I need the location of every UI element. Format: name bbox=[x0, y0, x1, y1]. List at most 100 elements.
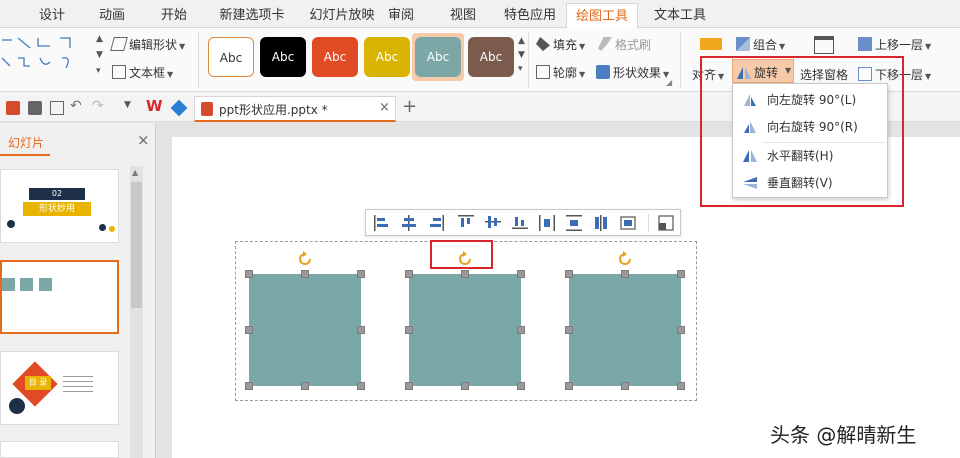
rotate-handle-icon[interactable] bbox=[296, 250, 314, 268]
fit-slide-icon[interactable] bbox=[620, 215, 636, 231]
gallery-scroll-up[interactable]: ▲ bbox=[96, 34, 103, 44]
align-middle-icon[interactable] bbox=[485, 215, 501, 229]
outline-button[interactable]: 轮廓 ▼ bbox=[536, 64, 585, 81]
chevron-down-icon: ▼ bbox=[167, 70, 174, 79]
shape-style-preset-1[interactable]: Abc bbox=[208, 37, 254, 77]
resize-handle[interactable] bbox=[245, 326, 253, 334]
shape-style-preset-2[interactable]: Abc bbox=[260, 37, 306, 77]
resize-handle[interactable] bbox=[461, 270, 469, 278]
tab-text-tools[interactable]: 文本工具 bbox=[644, 3, 716, 28]
redo-icon[interactable]: ↷ bbox=[92, 98, 104, 114]
resize-handle[interactable] bbox=[565, 382, 573, 390]
slide-thumbnail-1[interactable]: 02 形状妙用 bbox=[0, 169, 119, 243]
undo-icon[interactable]: ↶ bbox=[70, 98, 82, 114]
resize-handle[interactable] bbox=[517, 270, 525, 278]
tab-design[interactable]: 设计 bbox=[30, 3, 74, 28]
distribute-horizontal-icon[interactable] bbox=[539, 215, 555, 231]
style-scroll-down[interactable]: ▼ bbox=[518, 50, 525, 60]
fill-button[interactable]: 填充 ▼ bbox=[536, 36, 585, 53]
format-painter-button[interactable]: 格式刷 bbox=[598, 36, 651, 53]
resize-handle[interactable] bbox=[357, 326, 365, 334]
tab-review[interactable]: 审阅 bbox=[384, 3, 418, 28]
cloud-cube-icon[interactable] bbox=[170, 99, 188, 117]
resize-handle[interactable] bbox=[565, 270, 573, 278]
shape-style-preset-3[interactable]: Abc bbox=[312, 37, 358, 77]
resize-handle[interactable] bbox=[405, 382, 413, 390]
resize-handle[interactable] bbox=[517, 326, 525, 334]
bring-forward-button[interactable]: 上移一层 ▼ bbox=[858, 36, 931, 53]
paint-bucket-icon bbox=[536, 37, 550, 51]
resize-handle[interactable] bbox=[517, 382, 525, 390]
group-label: 组合 bbox=[753, 38, 778, 52]
distribute-vertical-icon[interactable] bbox=[566, 215, 582, 231]
cube-icon bbox=[596, 65, 610, 79]
shape-style-preset-4[interactable]: Abc bbox=[364, 37, 410, 77]
gallery-expand[interactable]: ▾ bbox=[96, 66, 101, 76]
gallery-scroll-down[interactable]: ▼ bbox=[96, 50, 103, 60]
pptx-file-icon bbox=[201, 102, 213, 116]
resize-handle[interactable] bbox=[245, 382, 253, 390]
rotate-handle-icon[interactable] bbox=[616, 250, 634, 268]
resize-handle[interactable] bbox=[565, 326, 573, 334]
style-expand[interactable]: ▾ bbox=[518, 64, 523, 74]
save-icon[interactable] bbox=[6, 101, 20, 115]
panel-scrollbar-thumb[interactable] bbox=[131, 182, 142, 308]
resize-handle[interactable] bbox=[245, 270, 253, 278]
ribbon-divider bbox=[680, 32, 681, 88]
square-shape-3[interactable] bbox=[569, 274, 681, 386]
panel-close-icon[interactable]: × bbox=[137, 131, 150, 149]
edit-shape-button[interactable]: 编辑形状 ▼ bbox=[110, 36, 185, 53]
group-button[interactable]: 组合 ▼ bbox=[736, 36, 785, 53]
thumb1-title: 形状妙用 bbox=[23, 202, 91, 216]
tab-drawing-tools[interactable]: 绘图工具 bbox=[566, 3, 638, 28]
thumb2-shape bbox=[20, 278, 33, 291]
slide-thumbnail-3[interactable]: 目 录 bbox=[0, 351, 119, 425]
print-icon[interactable] bbox=[28, 101, 42, 115]
tab-view[interactable]: 视图 bbox=[446, 3, 480, 28]
tab-special[interactable]: 特色应用 bbox=[500, 3, 560, 28]
align-top-icon[interactable] bbox=[458, 215, 474, 229]
wps-logo-icon[interactable]: W bbox=[146, 97, 163, 115]
tab-home[interactable]: 开始 bbox=[152, 3, 196, 28]
equal-height-icon[interactable] bbox=[593, 215, 609, 231]
resize-handle[interactable] bbox=[461, 382, 469, 390]
thumb3-title: 目 录 bbox=[25, 376, 51, 390]
resize-handle[interactable] bbox=[621, 382, 629, 390]
align-center-icon[interactable] bbox=[402, 215, 416, 231]
style-scroll-up[interactable]: ▲ bbox=[518, 36, 525, 46]
resize-handle[interactable] bbox=[301, 270, 309, 278]
square-shape-2[interactable] bbox=[409, 274, 521, 386]
print-preview-icon[interactable] bbox=[50, 101, 64, 115]
document-tab[interactable]: ppt形状应用.pptx * × bbox=[194, 96, 396, 122]
resize-handle[interactable] bbox=[677, 382, 685, 390]
resize-handle[interactable] bbox=[677, 326, 685, 334]
customize-toolbar-icon[interactable]: ▼ bbox=[124, 100, 131, 110]
shape-effects-button[interactable]: 形状效果 ▼ bbox=[596, 64, 669, 81]
connector-gallery-icon[interactable] bbox=[0, 34, 92, 84]
align-left-icon[interactable] bbox=[374, 215, 388, 231]
resize-handle[interactable] bbox=[405, 270, 413, 278]
resize-handle[interactable] bbox=[357, 382, 365, 390]
panel-scrollbar[interactable]: ▲ bbox=[130, 166, 143, 458]
tab-new-tab[interactable]: 新建选项卡 bbox=[212, 3, 292, 28]
shape-style-preset-5[interactable]: Abc bbox=[415, 37, 461, 77]
resize-handle[interactable] bbox=[301, 382, 309, 390]
close-tab-icon[interactable]: × bbox=[379, 100, 390, 115]
align-bottom-icon[interactable] bbox=[512, 215, 528, 229]
slide-thumbnail-2[interactable] bbox=[0, 260, 119, 334]
text-box-button[interactable]: 文本框 ▼ bbox=[112, 64, 173, 81]
resize-handle[interactable] bbox=[677, 270, 685, 278]
more-options-icon[interactable] bbox=[658, 215, 674, 231]
panel-scroll-up[interactable]: ▲ bbox=[132, 168, 138, 177]
slide-thumbnail-4[interactable] bbox=[0, 441, 119, 458]
tab-slideshow[interactable]: 幻灯片放映 bbox=[296, 3, 388, 28]
resize-handle[interactable] bbox=[405, 326, 413, 334]
dialog-launcher-icon[interactable]: ◢ bbox=[666, 78, 672, 87]
new-tab-icon[interactable]: + bbox=[402, 96, 417, 117]
resize-handle[interactable] bbox=[621, 270, 629, 278]
tab-animation[interactable]: 动画 bbox=[90, 3, 134, 28]
square-shape-1[interactable] bbox=[249, 274, 361, 386]
shape-style-preset-6[interactable]: Abc bbox=[468, 37, 514, 77]
align-right-icon[interactable] bbox=[430, 215, 444, 231]
resize-handle[interactable] bbox=[357, 270, 365, 278]
